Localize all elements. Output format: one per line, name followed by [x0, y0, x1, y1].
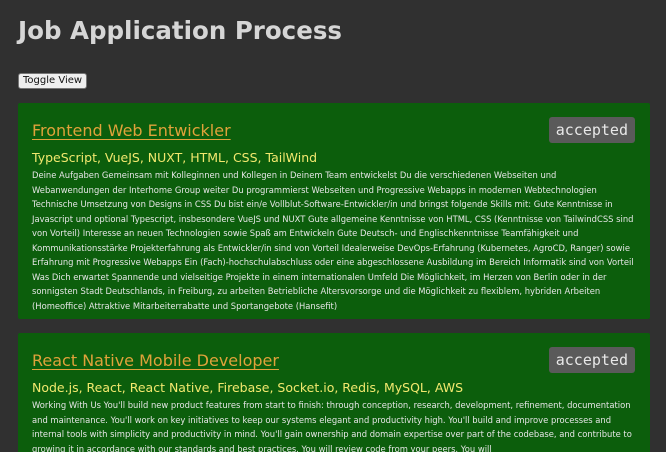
page-title: Job Application Process — [18, 16, 342, 45]
page: Job Application Process Toggle View Fron… — [0, 0, 666, 452]
status-badge: accepted — [548, 117, 635, 143]
job-skills: TypeScript, VueJS, NUXT, HTML, CSS, Tail… — [32, 150, 318, 165]
toggle-view-button[interactable]: Toggle View — [18, 73, 88, 89]
job-description: Working With Us You'll build new product… — [32, 400, 632, 452]
job-description: Deine Aufgaben Gemeinsam mit Kolleginnen… — [32, 170, 634, 311]
job-title-link[interactable]: React Native Mobile Developer — [32, 351, 636, 370]
job-card: Frontend Web Entwickler accepted TypeScr… — [18, 103, 650, 319]
status-badge: accepted — [548, 347, 635, 373]
job-card: React Native Mobile Developer accepted N… — [18, 333, 650, 452]
job-title-link[interactable]: Frontend Web Entwickler — [32, 121, 636, 140]
job-skills: Node.js, React, React Native, Firebase, … — [32, 380, 464, 395]
